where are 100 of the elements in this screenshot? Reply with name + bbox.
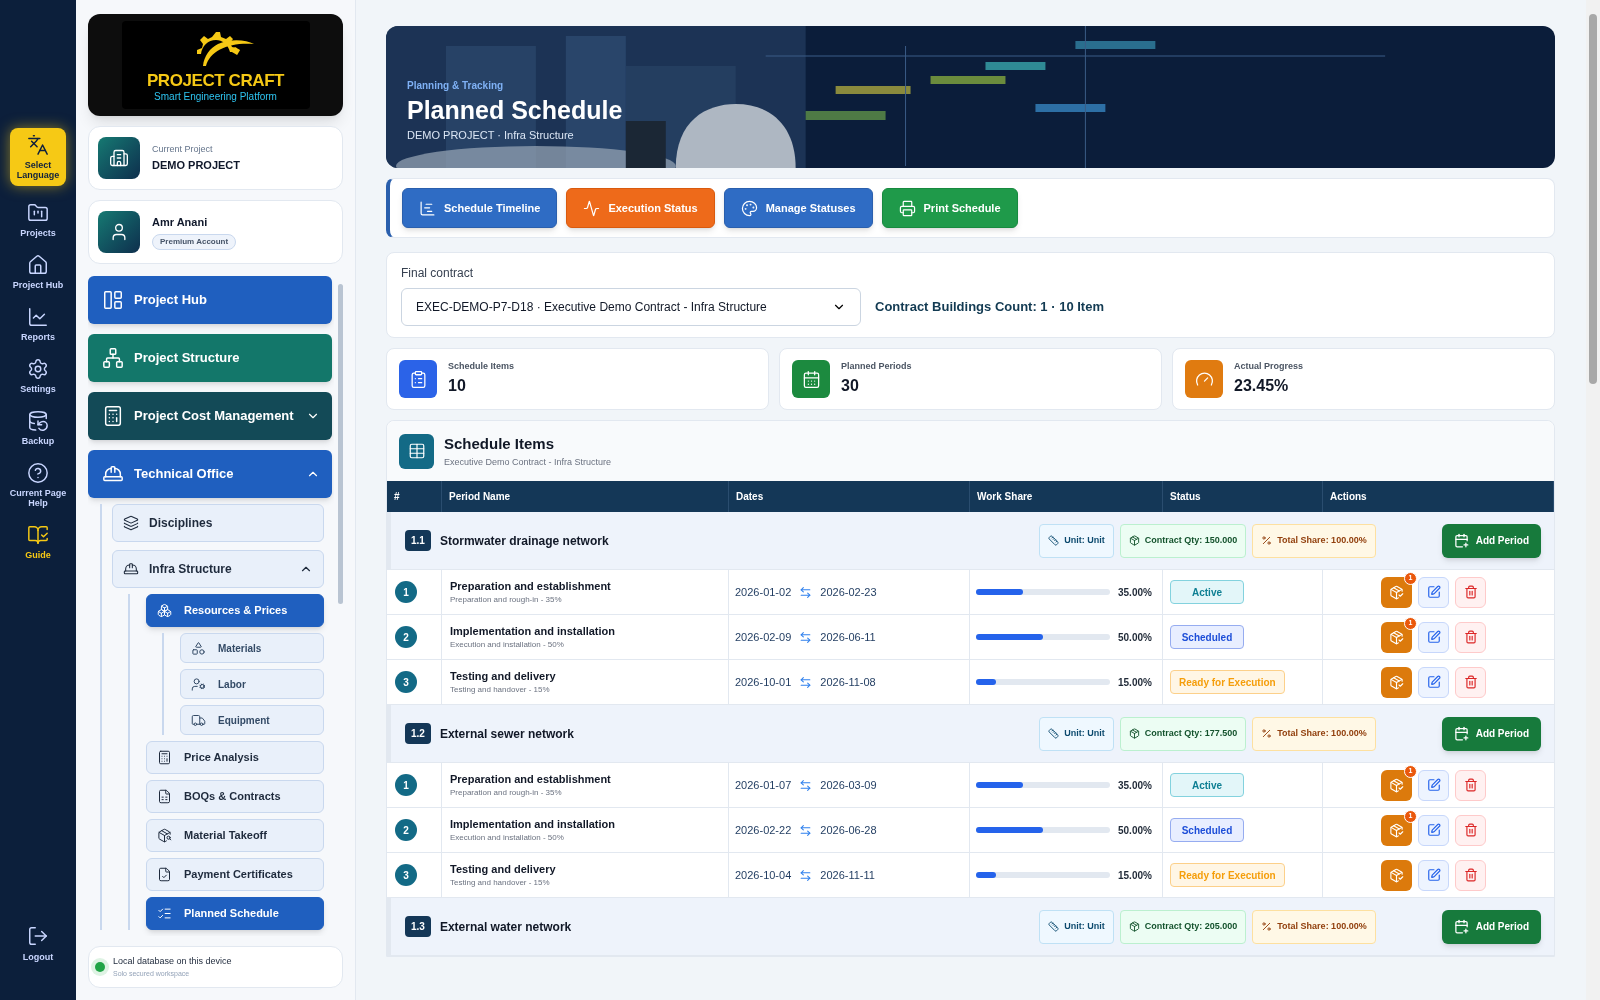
nav-item[interactable]: Materials	[180, 633, 324, 663]
row-number: 3	[395, 864, 417, 886]
help-icon	[27, 462, 49, 484]
project-name: DEMO PROJECT	[152, 157, 240, 173]
rail-button[interactable]: Select Language	[10, 128, 66, 186]
rail-button[interactable]: Backup	[5, 410, 71, 446]
stat-label: Planned Periods	[841, 360, 912, 374]
quantity-chip: Contract Qty: 177.500	[1119, 716, 1247, 751]
table-subtitle: Executive Demo Contract - Infra Structure	[444, 455, 612, 469]
group-name: Stormwater drainage network	[439, 532, 609, 550]
logout-button[interactable]: Logout	[22, 924, 54, 964]
delete-button[interactable]	[1455, 814, 1486, 846]
language-icon	[27, 134, 49, 156]
nav-item[interactable]: Planned Schedule	[146, 897, 324, 930]
rail-button[interactable]: Guide	[5, 524, 71, 560]
package-button[interactable]	[1381, 859, 1412, 891]
status-badge: Ready for Execution	[1170, 670, 1285, 694]
start-date: 2026-02-09	[735, 629, 792, 645]
add-period-button[interactable]: Add Period	[1441, 523, 1541, 558]
quantity-chip: Contract Qty: 205.000	[1119, 909, 1247, 944]
delete-button[interactable]	[1455, 666, 1486, 698]
edit-button[interactable]	[1418, 814, 1449, 846]
clipboard-icon	[399, 360, 437, 398]
date-range-icon	[799, 630, 813, 644]
nav-item[interactable]: Labor	[180, 669, 324, 699]
work-share-value: 50.00%	[1118, 823, 1152, 838]
nav-item[interactable]: Infra Structure	[112, 550, 324, 588]
edit-icon	[1426, 585, 1441, 599]
hard-hat-icon	[123, 561, 139, 577]
rail-button[interactable]: Projects	[5, 202, 71, 238]
group-name: External water network	[439, 918, 572, 936]
add-period-button[interactable]: Add Period	[1441, 716, 1541, 751]
nav-item[interactable]: Technical Office	[88, 450, 332, 498]
package-search-icon	[157, 828, 172, 843]
edit-icon	[1426, 823, 1441, 837]
period-name: Testing and delivery	[450, 861, 557, 877]
logout-icon	[27, 924, 49, 947]
package-icon	[1389, 777, 1404, 793]
contract-select[interactable]: EXEC-DEMO-P7-D18 · Executive Demo Contract - Infra Structure	[401, 288, 861, 326]
package-button[interactable]	[1381, 769, 1412, 801]
toolbar-button[interactable]: Print Schedule	[881, 188, 1018, 228]
nav-item[interactable]: Equipment	[180, 705, 324, 735]
status-badge: Scheduled	[1170, 818, 1244, 842]
checklist-icon	[157, 906, 172, 921]
rail-button[interactable]: Current Page Help	[5, 462, 71, 508]
folder-icon	[27, 202, 49, 224]
nav-item[interactable]: Material Takeoff	[146, 819, 324, 852]
unit-chip: Unit: Unit	[1039, 716, 1114, 751]
nav-item[interactable]: Disciplines	[112, 504, 324, 542]
rail-button[interactable]: Reports	[5, 306, 71, 342]
edit-button[interactable]	[1418, 666, 1449, 698]
user-name: Amr Anani	[152, 215, 208, 231]
work-share-value: 15.00%	[1118, 675, 1152, 690]
add-period-button[interactable]: Add Period	[1441, 909, 1541, 944]
rail-button[interactable]: Settings	[5, 358, 71, 394]
rail-button[interactable]: Project Hub	[5, 254, 71, 290]
delete-button[interactable]	[1455, 621, 1486, 653]
shapes-icon	[191, 640, 206, 656]
start-date: 2026-10-01	[735, 674, 792, 690]
nav-item[interactable]: Project Hub	[88, 276, 332, 324]
nav-item[interactable]: Price Analysis	[146, 741, 324, 774]
stat-value: 30	[841, 375, 860, 396]
scrollbar[interactable]	[1586, 0, 1600, 1000]
nav-item[interactable]: Project Cost Management	[88, 392, 332, 440]
delete-button[interactable]	[1455, 576, 1486, 608]
status-badge: Active	[1170, 773, 1244, 797]
nav-item[interactable]: Payment Certificates	[146, 858, 324, 891]
package-button[interactable]	[1381, 576, 1412, 608]
edit-button[interactable]	[1418, 576, 1449, 608]
package-icon	[1128, 728, 1140, 739]
package-button[interactable]	[1381, 666, 1412, 698]
package-button[interactable]	[1381, 814, 1412, 846]
delete-button[interactable]	[1455, 769, 1486, 801]
delete-button[interactable]	[1455, 859, 1486, 891]
nav-item[interactable]: Project Structure	[88, 334, 332, 382]
nav-item[interactable]: BOQs & Contracts	[146, 780, 324, 813]
row-number: 2	[395, 626, 417, 648]
row-number: 2	[395, 819, 417, 841]
contract-count: Contract Buildings Count: 1 · 10 Item	[875, 298, 1104, 317]
building-icon	[98, 137, 140, 179]
trash-icon	[1463, 778, 1478, 792]
group-name: External sewer network	[439, 725, 574, 743]
group-code: 1.1	[405, 530, 431, 551]
edit-icon	[1426, 630, 1441, 644]
percent-icon	[1261, 728, 1273, 739]
edit-button[interactable]	[1418, 621, 1449, 653]
toolbar-button[interactable]: Schedule Timeline	[402, 188, 558, 228]
scrollbar[interactable]	[338, 284, 343, 604]
layout-icon	[102, 289, 124, 311]
work-share-value: 15.00%	[1118, 868, 1152, 883]
nav-item[interactable]: Resources & Prices	[146, 594, 324, 627]
toolbar-button[interactable]: Manage Statuses	[723, 188, 873, 228]
table-icon	[399, 433, 434, 469]
edit-button[interactable]	[1418, 769, 1449, 801]
ruler-icon	[1048, 535, 1060, 546]
package-button[interactable]	[1381, 621, 1412, 653]
start-date: 2026-02-22	[735, 822, 792, 838]
edit-button[interactable]	[1418, 859, 1449, 891]
unit-chip: Unit: Unit	[1039, 909, 1114, 944]
user-gear-icon	[191, 676, 206, 692]
